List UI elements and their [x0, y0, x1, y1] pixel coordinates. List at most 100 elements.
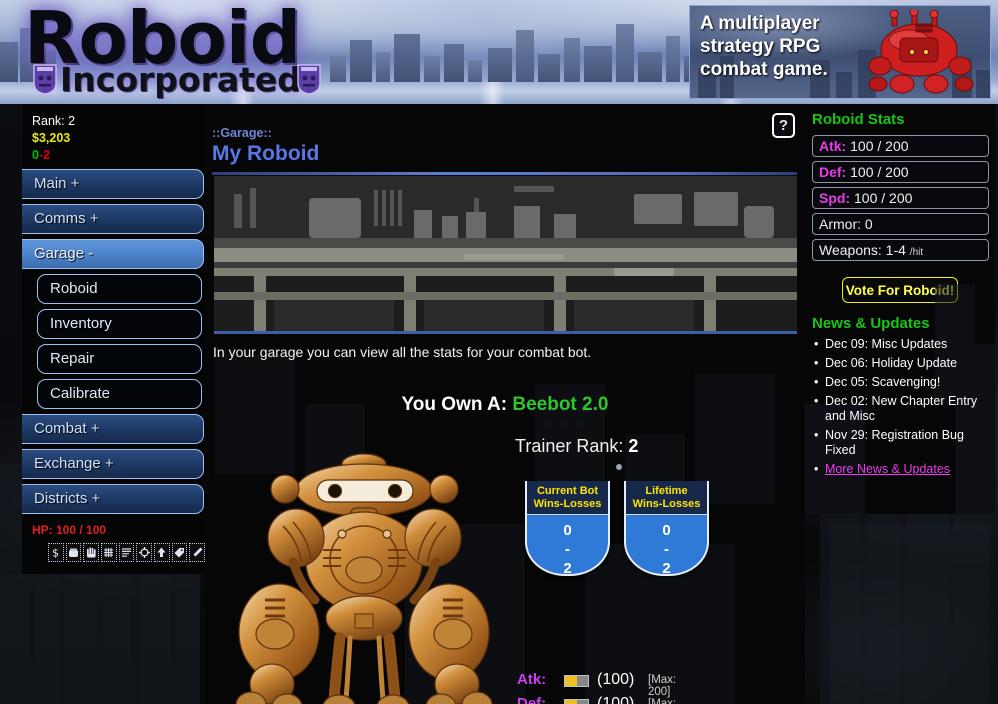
badge-title: Lifetime Wins-Losses	[626, 481, 707, 515]
stat-value-atk: (100)	[597, 671, 635, 688]
news-item-more[interactable]: More News & Updates	[814, 462, 989, 477]
sidebar-subitem-roboid[interactable]: Roboid	[37, 274, 202, 304]
site-logo-sub: Incorporated	[60, 60, 301, 99]
help-button[interactable]: ?	[772, 113, 795, 138]
stat-atk-value: 100 / 200	[850, 138, 909, 154]
fist-icon[interactable]	[65, 543, 82, 562]
site-banner: Roboid Incorporated A multiplayer strate…	[0, 0, 998, 104]
player-losses: 2	[43, 148, 51, 162]
stat-atk-key: Atk:	[819, 138, 847, 154]
sidebar-item-comms[interactable]: Comms +	[22, 204, 204, 234]
svg-text:$: $	[52, 547, 59, 560]
page-root: Roboid Incorporated A multiplayer strate…	[0, 0, 998, 704]
badge-title-line2: Wins-Losses	[533, 497, 602, 510]
sidebar-icon-row: $	[48, 543, 206, 562]
garage-photo	[214, 176, 797, 331]
separator-dot	[616, 464, 622, 470]
sidebar-item-districts[interactable]: Districts +	[22, 484, 204, 514]
left-sidebar: Rank: 2 $3,203 0-2 Main + Comms + Garage…	[22, 104, 206, 574]
wrench-icon[interactable]	[189, 543, 206, 562]
more-news-link[interactable]: More News & Updates	[825, 462, 950, 476]
stat-value-def: (100)	[597, 695, 635, 704]
news-item: Dec 05: Scavenging!	[814, 375, 989, 390]
current-bot-record-badge: Current Bot Wins-Losses 0 - 2	[525, 481, 610, 576]
red-robot-mascot	[868, 10, 974, 94]
stat-label-def: Def:	[517, 695, 547, 704]
roboid-stats-header: Roboid Stats	[812, 111, 905, 128]
up-arrow-icon[interactable]	[154, 543, 170, 562]
def-bar	[564, 699, 589, 704]
own-prefix: You Own A:	[401, 394, 508, 415]
stat-weapons-label: Weapons: 1-4	[819, 242, 906, 258]
player-wins: 0	[32, 148, 39, 162]
stat-def-value: 100 / 200	[850, 164, 909, 180]
sidebar-subitem-inventory[interactable]: Inventory	[37, 309, 202, 339]
badge-title: Current Bot Wins-Losses	[527, 481, 608, 515]
own-bot-line: You Own A: Beebot 2.0	[205, 394, 805, 416]
player-money: $3,203	[32, 131, 71, 145]
tagline-box: A multiplayer strategy RPG combat game.	[689, 5, 991, 99]
intro-text: In your garage you can view all the stat…	[213, 344, 592, 360]
badge-sep: -	[565, 541, 570, 558]
badge-wins: 0	[662, 522, 671, 539]
sidebar-item-main[interactable]: Main +	[22, 169, 204, 199]
stat-def-key: Def:	[819, 164, 847, 180]
atk-bar	[564, 675, 589, 687]
trainer-rank: Trainer Rank: 2	[515, 436, 638, 457]
tag-icon[interactable]	[171, 543, 188, 562]
stat-def: Def: 100 / 200	[812, 161, 989, 183]
hand-icon[interactable]	[83, 543, 100, 562]
breadcrumb: ::Garage::	[212, 126, 272, 140]
badge-body: 0 - 2	[626, 515, 707, 576]
sidebar-item-garage[interactable]: Garage -	[22, 239, 204, 269]
news-item: Dec 02: New Chapter Entry and Misc	[814, 394, 989, 424]
robot-head-icon-left	[33, 64, 57, 95]
page-title: My Roboid	[212, 142, 320, 165]
badge-title-line1: Current Bot	[536, 485, 599, 497]
target-icon[interactable]	[136, 543, 153, 562]
bot-name: Beebot 2.0	[512, 394, 609, 415]
badge-losses: 2	[563, 560, 572, 576]
stat-max-atk: [Max: 200]	[648, 674, 677, 698]
news-item: Nov 29: Registration Bug Fixed	[814, 428, 989, 458]
badge-body: 0 - 2	[527, 515, 608, 576]
grid-icon[interactable]	[101, 543, 117, 562]
sidebar-item-combat[interactable]: Combat +	[22, 414, 204, 444]
sidebar-hp: HP: 100 / 100	[32, 523, 107, 537]
player-rank: Rank: 2	[32, 114, 76, 128]
news-item: Dec 06: Holiday Update	[814, 356, 989, 371]
vote-button[interactable]: Vote For Roboid!	[842, 277, 958, 303]
stat-label-atk: Atk:	[517, 671, 547, 688]
trainer-rank-label: Trainer Rank:	[515, 436, 624, 456]
stat-spd-key: Spd:	[819, 190, 851, 206]
sidebar-subitem-repair[interactable]: Repair	[37, 344, 202, 374]
news-header: News & Updates	[812, 315, 930, 332]
title-divider	[212, 172, 797, 175]
main-content: ::Garage:: My Roboid ? In your garage yo…	[205, 104, 805, 704]
stat-weapons-unit: /hit	[909, 247, 924, 258]
news-list: Dec 09: Misc Updates Dec 06: Holiday Upd…	[805, 337, 995, 477]
dollar-icon[interactable]: $	[48, 543, 64, 562]
player-record: 0-2	[22, 147, 205, 164]
stat-spd: Spd: 100 / 200	[812, 187, 989, 209]
stat-weapons: Weapons: 1-4 /hit	[812, 239, 989, 261]
lifetime-record-badge: Lifetime Wins-Losses 0 - 2	[624, 481, 709, 576]
right-sidebar: Roboid Stats Atk: 100 / 200 Def: 100 / 2…	[805, 104, 995, 514]
stat-atk: Atk: 100 / 200	[812, 135, 989, 157]
sidebar-item-exchange[interactable]: Exchange +	[22, 449, 204, 479]
news-item: Dec 09: Misc Updates	[814, 337, 989, 352]
list-icon[interactable]	[118, 543, 135, 562]
badge-losses: 2	[662, 560, 671, 576]
sidebar-subitem-calibrate[interactable]: Calibrate	[37, 379, 202, 409]
garage-banner-image	[214, 176, 797, 334]
robot-head-icon-right	[297, 64, 321, 95]
badge-title-line2: Wins-Losses	[632, 497, 701, 510]
badge-sep: -	[664, 541, 669, 558]
badge-wins: 0	[563, 522, 572, 539]
badge-title-line1: Lifetime	[645, 485, 688, 497]
tagline-text: A multiplayer strategy RPG combat game.	[700, 13, 828, 81]
roboid-bot-image	[235, 453, 493, 704]
stat-spd-value: 100 / 200	[854, 190, 913, 206]
trainer-rank-value: 2	[628, 436, 639, 456]
stat-armor: Armor: 0	[812, 213, 989, 235]
